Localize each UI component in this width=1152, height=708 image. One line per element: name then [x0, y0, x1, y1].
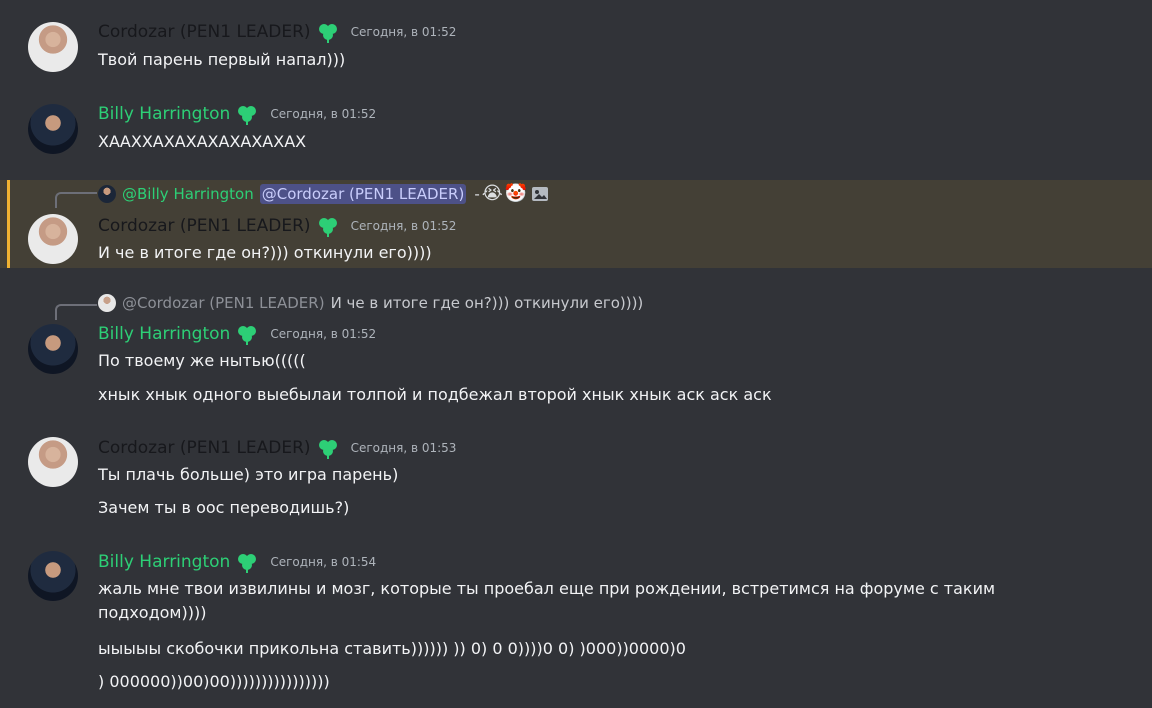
reply-author[interactable]: @Cordozar (PEN1 LEADER) — [122, 293, 325, 313]
message-header: Cordozar (PEN1 LEADER) Сегодня, в 01:52 — [98, 215, 456, 237]
chat-message: Cordozar (PEN1 LEADER) Сегодня, в 01:52 … — [0, 0, 1152, 90]
chat-message-highlighted: @Billy Harrington @Cordozar (PEN1 LEADER… — [0, 180, 1152, 268]
author-name[interactable]: Cordozar (PEN1 LEADER) — [98, 21, 311, 43]
chat-log: Cordozar (PEN1 LEADER) Сегодня, в 01:52 … — [0, 0, 1152, 708]
chat-message: Billy Harrington Сегодня, в 01:52 ХААХХА… — [0, 90, 1152, 180]
timestamp[interactable]: Сегодня, в 01:52 — [270, 106, 376, 122]
reply-connector — [55, 304, 97, 320]
reply-separator: - — [474, 185, 480, 203]
reply-author[interactable]: @Billy Harrington — [122, 184, 254, 204]
chat-message: Billy Harrington Сегодня, в 01:54 жаль м… — [0, 536, 1152, 708]
message-header: Cordozar (PEN1 LEADER) Сегодня, в 01:53 — [98, 437, 456, 459]
chat-message: @Cordozar (PEN1 LEADER) И че в итоге где… — [0, 292, 1152, 422]
avatar — [98, 294, 116, 312]
timestamp[interactable]: Сегодня, в 01:52 — [351, 218, 457, 234]
reply-text[interactable]: И че в итоге где он?))) откинули его)))) — [331, 293, 644, 313]
mention-pill[interactable]: @Cordozar (PEN1 LEADER) — [259, 184, 467, 204]
author-name[interactable]: Cordozar (PEN1 LEADER) — [98, 215, 311, 237]
avatar[interactable] — [28, 324, 78, 374]
message-header: Billy Harrington Сегодня, в 01:54 — [98, 551, 376, 573]
author-name[interactable]: Billy Harrington — [98, 551, 230, 573]
image-icon — [532, 187, 549, 201]
author-name[interactable]: Billy Harrington — [98, 103, 230, 125]
message-text: хнык хнык одного выебылаи толпой и подбе… — [98, 385, 772, 404]
chat-message: Cordozar (PEN1 LEADER) Сегодня, в 01:53 … — [0, 422, 1152, 536]
clover-icon — [318, 440, 337, 459]
reply-connector — [55, 192, 97, 208]
clover-icon — [238, 554, 257, 573]
clover-icon — [238, 326, 257, 345]
message-text: ХААХХАХАХАХАХАХАХАХ — [98, 132, 307, 151]
author-name[interactable]: Cordozar (PEN1 LEADER) — [98, 437, 311, 459]
clown-emoji: 🤡 — [504, 183, 528, 204]
message-text: ) 000000))00)00)))))))))))))))) — [98, 672, 330, 691]
avatar — [98, 185, 116, 203]
message-text: ыыыыы скобочки прикольна ставить)))))) )… — [98, 639, 686, 658]
clover-icon — [318, 218, 337, 237]
reply-preview[interactable]: @Cordozar (PEN1 LEADER) И че в итоге где… — [98, 293, 643, 313]
message-text: И че в итоге где он?))) откинули его)))) — [98, 243, 432, 262]
timestamp[interactable]: Сегодня, в 01:53 — [351, 440, 457, 456]
avatar[interactable] — [28, 104, 78, 154]
message-text: жаль мне твои извилины и мозг, которые т… — [98, 579, 996, 622]
message-header: Billy Harrington Сегодня, в 01:52 — [98, 323, 376, 345]
clover-icon — [238, 106, 257, 125]
timestamp[interactable]: Сегодня, в 01:54 — [270, 554, 376, 570]
message-header: Billy Harrington Сегодня, в 01:52 — [98, 103, 376, 125]
message-text: Твой парень первый напал))) — [98, 50, 346, 69]
message-text: Зачем ты в оос переводишь?) — [98, 498, 350, 517]
crying-emoji: 😭 — [481, 183, 503, 204]
author-name[interactable]: Billy Harrington — [98, 323, 230, 345]
message-text: Ты плачь больше) это игра парень) — [98, 465, 399, 484]
timestamp[interactable]: Сегодня, в 01:52 — [351, 24, 457, 40]
avatar[interactable] — [28, 22, 78, 72]
message-header: Cordozar (PEN1 LEADER) Сегодня, в 01:52 — [98, 21, 456, 43]
message-text: По твоему же нытью((((( — [98, 351, 306, 370]
avatar[interactable] — [28, 551, 78, 601]
avatar[interactable] — [28, 437, 78, 487]
reply-preview[interactable]: @Billy Harrington @Cordozar (PEN1 LEADER… — [98, 184, 549, 204]
timestamp[interactable]: Сегодня, в 01:52 — [270, 326, 376, 342]
avatar[interactable] — [28, 214, 78, 264]
clover-icon — [318, 24, 337, 43]
